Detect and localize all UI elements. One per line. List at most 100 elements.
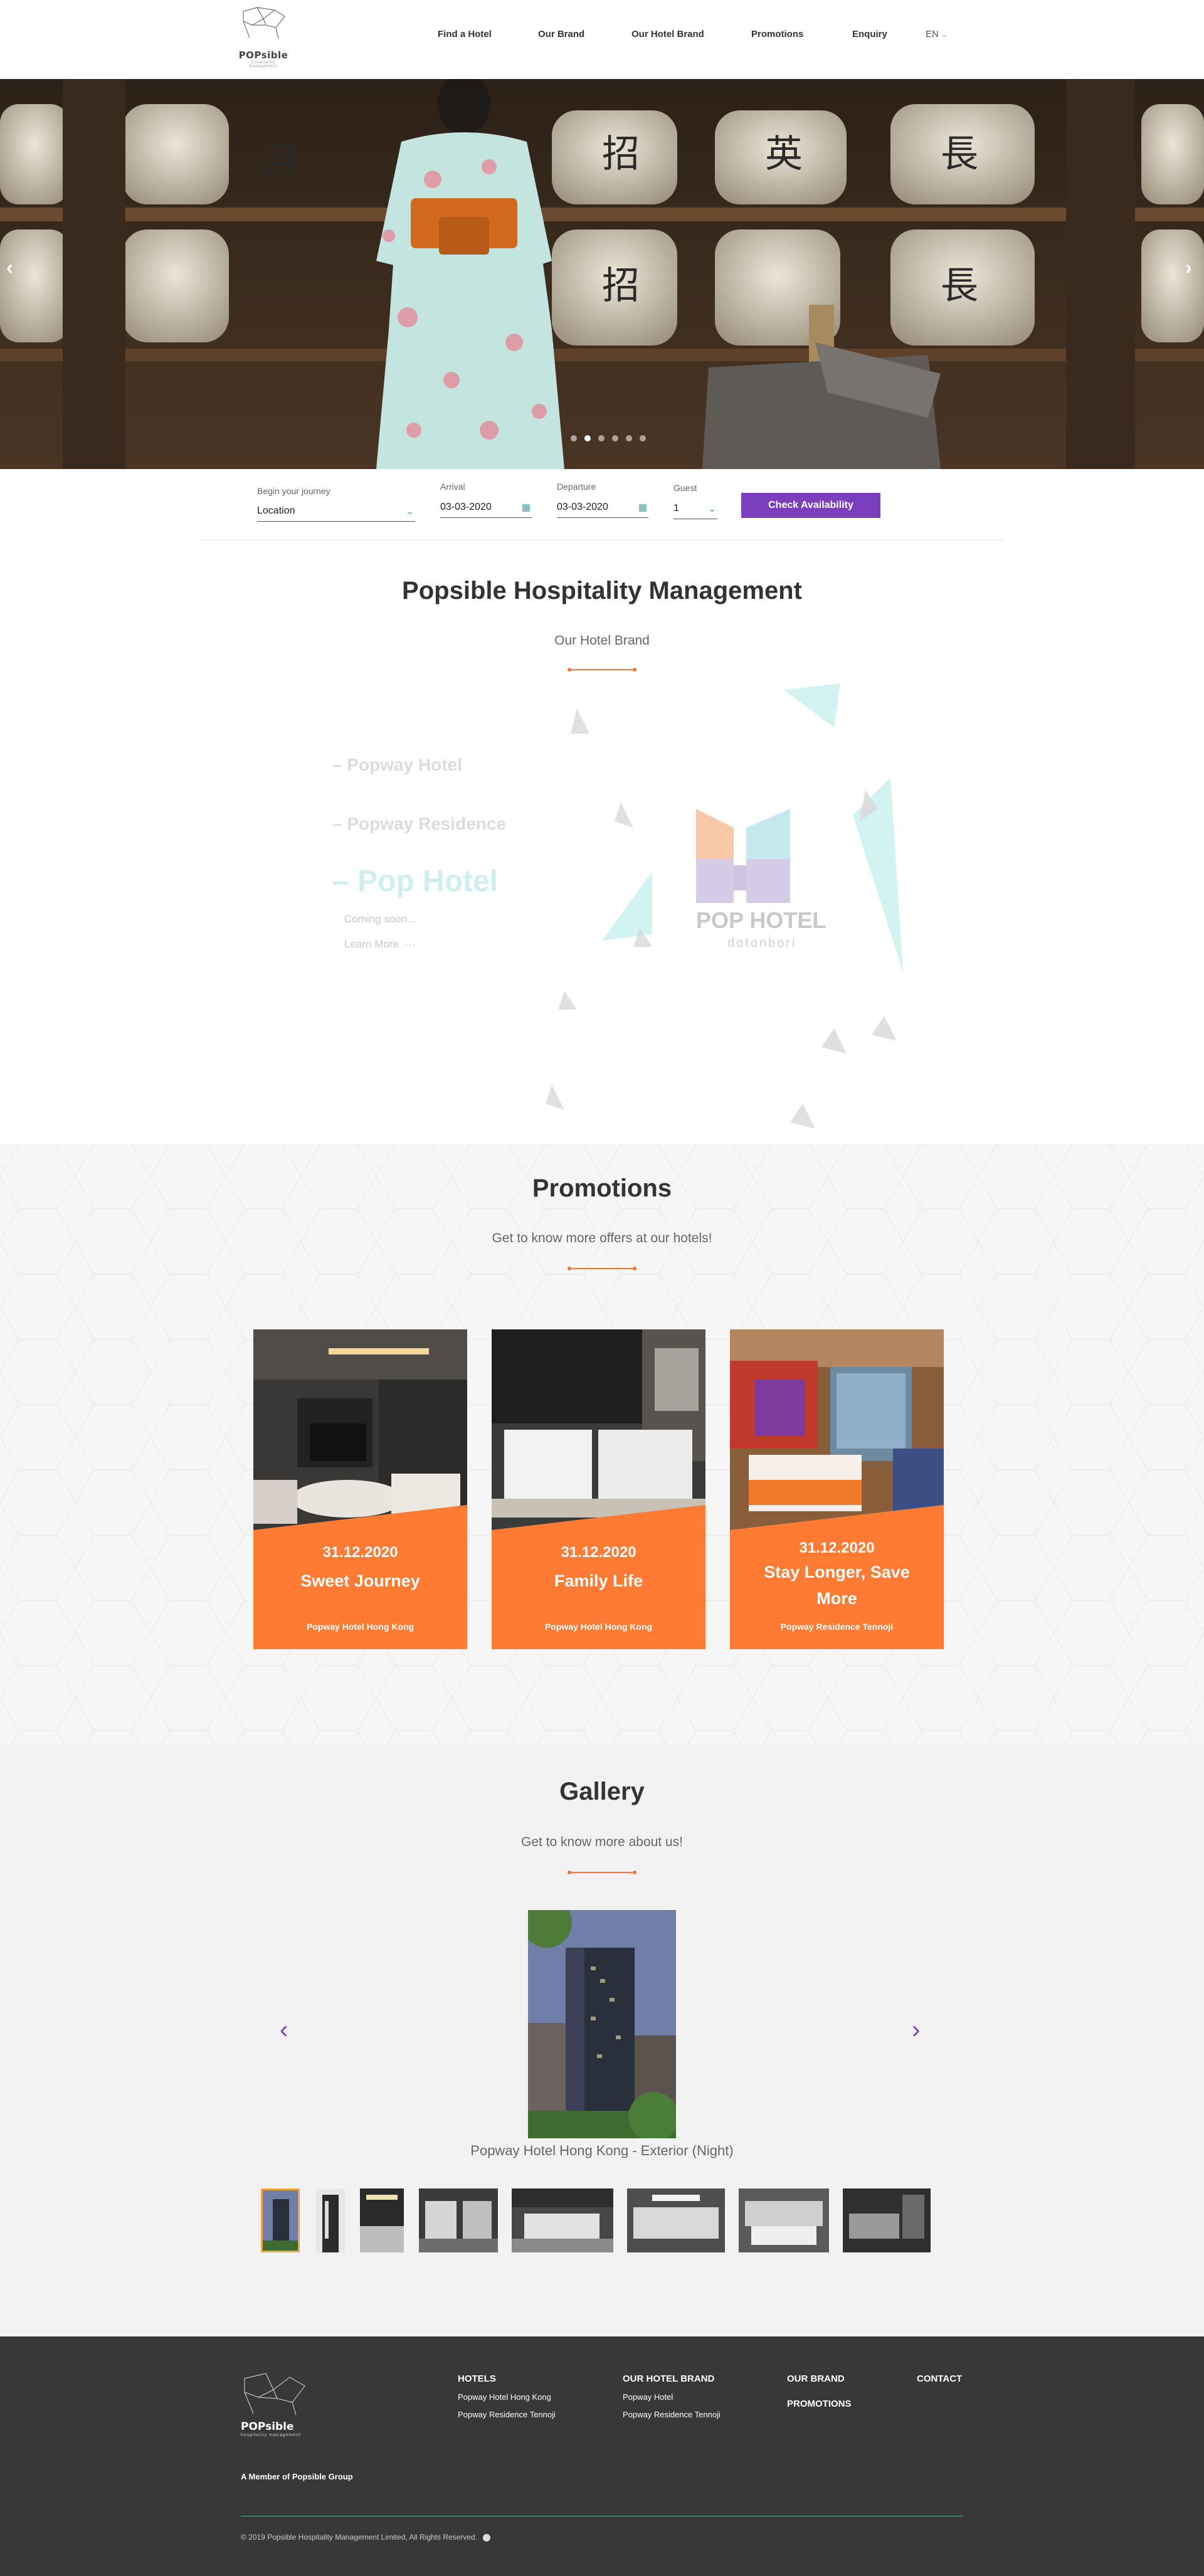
pop-hotel-logo-sub: dotonbori [727, 936, 796, 950]
section-divider [568, 1267, 636, 1270]
hero-image: 月 招 英 長 招 長 [0, 79, 1204, 469]
site-footer [0, 2336, 1204, 2576]
nav-our-brand[interactable]: Our Brand [538, 29, 584, 40]
section-divider [568, 1871, 636, 1874]
slider-dot[interactable] [571, 435, 577, 441]
chevron-down-icon: ⌄ [406, 506, 414, 517]
chevron-down-icon: ⌄ [708, 504, 716, 514]
footer-promotions-link[interactable]: PROMOTIONS [787, 2399, 852, 2409]
brand-item-label: Popway Hotel [347, 755, 462, 774]
svg-text:招: 招 [602, 264, 640, 308]
gallery-thumb[interactable] [843, 2188, 931, 2252]
brand-item-pop-hotel[interactable]: – Pop Hotel [332, 864, 498, 899]
site-logo[interactable]: POPsible hospitality management [238, 6, 288, 68]
location-value: Location [257, 505, 295, 516]
gallery-thumb[interactable] [419, 2188, 498, 2252]
hero-next-arrow[interactable]: › [1185, 256, 1192, 279]
guest-select[interactable]: 1 ⌄ [673, 500, 717, 519]
footer-our-brand-link[interactable]: OUR BRAND [787, 2373, 845, 2384]
departure-date-input[interactable]: 03-03-2020 ▦ [557, 499, 648, 518]
footer-logo-sub: hospitality management [241, 2433, 301, 2437]
footer-hotel-brand-heading: OUR HOTEL BRAND [623, 2373, 715, 2384]
gallery-thumb[interactable] [627, 2188, 725, 2252]
footer-copyright: © 2019 Popsible Hospitality Management L… [241, 2533, 491, 2542]
thumb-image [512, 2188, 613, 2252]
footer-hotels-heading: HOTELS [458, 2373, 496, 2384]
promo-title: Sweet Journey [300, 1571, 420, 1590]
slider-dot[interactable] [598, 435, 605, 441]
hero-prev-arrow[interactable]: ‹ [6, 256, 13, 279]
brand-item-label: Popway Residence [347, 814, 507, 833]
arrival-value: 03-03-2020 [440, 502, 492, 512]
guest-value: 1 [673, 503, 679, 514]
gallery-main-image[interactable] [528, 1910, 676, 2138]
calendar-icon: ▦ [638, 502, 647, 513]
gallery-prev-arrow[interactable]: ‹ [280, 2016, 288, 2044]
chevron-down-icon: ⌄ [941, 30, 948, 39]
svg-text:英: 英 [765, 132, 803, 176]
thumb-image [419, 2188, 498, 2252]
logo-mark-icon [243, 7, 285, 40]
thumb-image [263, 2190, 298, 2251]
learn-more-link[interactable]: Learn More ··· [344, 938, 415, 951]
logo-mark-icon [244, 2373, 305, 2415]
departure-label: Departure [557, 482, 596, 492]
footer-member-text: A Member of Popsible Group [241, 2472, 353, 2481]
footer-logo[interactable]: POPsible hospitality management [241, 2372, 310, 2437]
gallery-next-arrow[interactable]: › [912, 2016, 920, 2044]
nav-find-a-hotel[interactable]: Find a Hotel [438, 29, 492, 40]
thumb-image [739, 2188, 829, 2252]
footer-contact-link[interactable]: CONTACT [917, 2373, 962, 2384]
arrival-date-input[interactable]: 03-03-2020 ▦ [440, 499, 532, 518]
slider-dot[interactable] [626, 435, 632, 441]
site-header [0, 0, 1204, 79]
gallery-thumb[interactable] [316, 2188, 345, 2252]
slider-dot-active[interactable] [584, 435, 591, 441]
promo-title: Family Life [554, 1571, 643, 1590]
arrival-label: Arrival [440, 482, 465, 492]
hospitality-title: Popsible Hospitality Management [402, 577, 802, 604]
nav-enquiry[interactable]: Enquiry [852, 29, 887, 40]
gallery-thumb[interactable] [360, 2188, 404, 2252]
language-selector[interactable]: EN ⌄ [926, 29, 948, 40]
thumb-image [627, 2188, 725, 2252]
promo-hotel: Popway Hotel Hong Kong [306, 1622, 415, 1632]
hero-slider: 月 招 英 長 招 長 [0, 79, 1204, 469]
gallery-thumb[interactable] [512, 2188, 613, 2252]
promo-date: 31.12.2020 [322, 1544, 398, 1561]
promo-title: Stay Longer, Save More [764, 1563, 910, 1608]
promo-hotel: Popway Residence Tennoji [780, 1622, 894, 1632]
thumb-image [843, 2188, 931, 2252]
promo-card-sweet-journey[interactable]: 31.12.2020 Sweet Journey Popway Hotel Ho… [253, 1329, 467, 1649]
nav-our-hotel-brand[interactable]: Our Hotel Brand [631, 29, 704, 40]
brand-item-popway-residence[interactable]: – Popway Residence [332, 814, 506, 834]
svg-text:招: 招 [602, 132, 640, 176]
gallery-caption: Popway Hotel Hong Kong - Exterior (Night… [470, 2143, 734, 2158]
footer-logo-text: POPsible [241, 2420, 294, 2433]
slider-dot[interactable] [612, 435, 618, 441]
copyright-text: © 2019 Popsible Hospitality Management L… [241, 2533, 478, 2542]
brand-item-popway-hotel[interactable]: – Popway Hotel [332, 755, 462, 775]
learn-more-label: Learn More [344, 938, 399, 950]
promo-card-family-life[interactable]: 31.12.2020 Family Life Popway Hotel Hong… [492, 1329, 705, 1649]
slider-dot[interactable] [640, 435, 646, 441]
thumb-image [360, 2188, 404, 2252]
guest-label: Guest [673, 483, 697, 493]
facebook-icon[interactable] [483, 2533, 491, 2542]
pop-hotel-logo-text: POP HOTEL [696, 907, 826, 933]
nav-promotions[interactable]: Promotions [751, 29, 803, 40]
footer-link-brand[interactable]: Popway Hotel [623, 2392, 673, 2402]
footer-link-hotel[interactable]: Popway Residence Tennoji [458, 2410, 556, 2419]
gallery-thumb-selected[interactable] [261, 2188, 300, 2252]
brand-item-label: Pop Hotel [357, 865, 499, 898]
footer-link-brand[interactable]: Popway Residence Tennoji [623, 2410, 721, 2419]
footer-link-hotel[interactable]: Popway Hotel Hong Kong [458, 2392, 551, 2402]
promo-hotel: Popway Hotel Hong Kong [544, 1622, 653, 1632]
promo-date: 31.12.2020 [561, 1544, 636, 1561]
gallery-thumb[interactable] [739, 2188, 829, 2252]
check-availability-button[interactable]: Check Availability [741, 493, 880, 518]
promo-card-stay-longer[interactable]: 31.12.2020 Stay Longer, Save More Popway… [730, 1329, 944, 1649]
gallery-title: Gallery [559, 1778, 645, 1805]
brand-decoration: POP HOTEL dotonbori [546, 684, 903, 1129]
location-select[interactable]: Location ⌄ [257, 503, 415, 522]
